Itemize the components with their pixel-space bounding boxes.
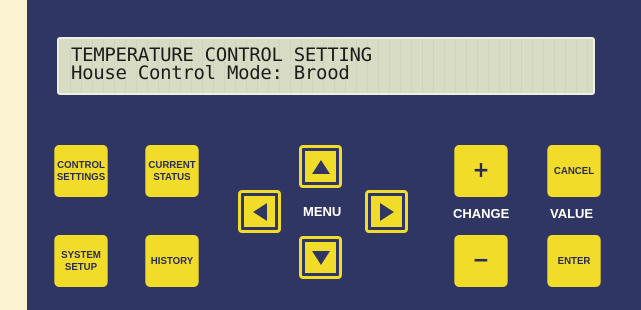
control-panel: TEMPERATURE CONTROL SETTING House Contro… xyxy=(27,0,641,310)
menu-down-button[interactable] xyxy=(299,236,342,279)
up-arrow-icon xyxy=(311,159,330,174)
current-status-button[interactable]: CURRENT STATUS xyxy=(145,145,199,197)
enter-button[interactable]: ENTER xyxy=(547,235,601,287)
cancel-label: CANCEL xyxy=(553,165,595,177)
decrease-button[interactable]: − xyxy=(454,235,508,287)
menu-up-button[interactable] xyxy=(299,145,342,188)
down-arrow-icon xyxy=(311,250,330,265)
value-label: VALUE xyxy=(550,206,594,221)
change-label: CHANGE xyxy=(453,206,510,221)
enter-label: ENTER xyxy=(557,255,591,267)
menu-right-button[interactable] xyxy=(365,190,408,233)
plus-icon: + xyxy=(472,158,490,183)
current-status-label: CURRENT STATUS xyxy=(148,159,196,183)
history-button[interactable]: HISTORY xyxy=(145,235,199,287)
lcd-display: TEMPERATURE CONTROL SETTING House Contro… xyxy=(57,37,595,95)
menu-left-button[interactable] xyxy=(238,190,281,233)
lcd-line-2: House Control Mode: Brood xyxy=(71,62,350,84)
system-setup-label: SYSTEM SETUP xyxy=(61,249,101,273)
minus-icon: − xyxy=(472,248,490,273)
control-settings-button[interactable]: CONTROL SETTINGS xyxy=(54,145,108,197)
control-settings-label: CONTROL SETTINGS xyxy=(56,159,106,183)
increase-button[interactable]: + xyxy=(454,145,508,197)
cancel-button[interactable]: CANCEL xyxy=(547,145,601,197)
left-arrow-icon xyxy=(252,202,267,221)
menu-label: MENU xyxy=(303,204,342,219)
right-arrow-icon xyxy=(379,202,394,221)
history-label: HISTORY xyxy=(150,255,194,267)
system-setup-button[interactable]: SYSTEM SETUP xyxy=(54,235,108,287)
